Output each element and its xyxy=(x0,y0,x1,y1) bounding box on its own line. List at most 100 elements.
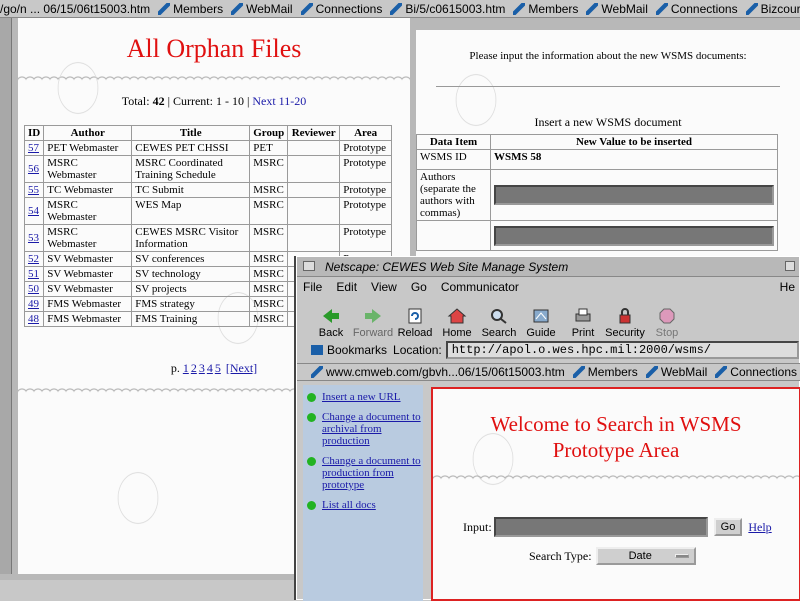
toolbar-label: Security xyxy=(605,327,645,339)
row-id-link[interactable]: 55 xyxy=(28,184,39,196)
table-row xyxy=(416,220,778,251)
table-cell: 51 xyxy=(23,266,45,282)
row-group: MSRC xyxy=(253,253,284,265)
wsms-id-value: WSMS 58 xyxy=(490,149,778,170)
stop-button[interactable]: Stop xyxy=(647,307,687,339)
search-type-label: Search Type: xyxy=(529,548,592,563)
input-label: Input: xyxy=(463,519,492,534)
row-id-link[interactable]: 51 xyxy=(28,268,39,280)
print-button[interactable]: Print xyxy=(563,307,603,339)
row-author: MSRC Webmaster xyxy=(47,157,97,181)
window-menu-icon[interactable] xyxy=(303,261,315,271)
data-item-label xyxy=(416,220,491,251)
menu-file[interactable]: File xyxy=(303,280,322,294)
pager-page-link[interactable]: 3 xyxy=(199,361,205,375)
guide-icon xyxy=(533,309,549,323)
help-link[interactable]: Help xyxy=(748,520,771,535)
bookmark-item-bizc[interactable]: Bizc xyxy=(390,2,416,16)
bookmark-item-connections[interactable]: Connections xyxy=(655,2,738,16)
row-id-link[interactable]: 53 xyxy=(28,232,39,244)
search-button[interactable]: Search xyxy=(479,307,519,339)
window-titlebar[interactable]: Netscape: CEWES Web Site Manage System xyxy=(297,257,799,277)
bookmark-item-members[interactable]: Members xyxy=(572,365,638,379)
forward-button[interactable]: Forward xyxy=(353,307,393,339)
row-author: FMS Webmaster xyxy=(47,298,122,310)
row-title: CEWES MSRC Visitor Information xyxy=(135,226,239,250)
sidebar-link[interactable]: List all docs xyxy=(322,499,376,511)
value-input[interactable] xyxy=(494,225,774,246)
dropdown-indicator-icon xyxy=(674,554,689,558)
home-button[interactable]: Home xyxy=(437,307,477,339)
sidebar-item-list-docs[interactable]: List all docs xyxy=(307,499,423,511)
row-id-link[interactable]: 57 xyxy=(28,142,39,154)
col-group: Group xyxy=(249,125,289,141)
row-author: SV Webmaster xyxy=(47,283,113,295)
pager-page-link[interactable]: 5 xyxy=(215,361,221,375)
row-title: TC Submit xyxy=(135,184,184,196)
back-button[interactable]: Back xyxy=(311,307,351,339)
bookmark-item-bizcour[interactable]: Bizcour xyxy=(745,2,800,16)
authors-input[interactable] xyxy=(494,185,774,205)
row-id-link[interactable]: 49 xyxy=(28,298,39,310)
bookmark-label: WebMail xyxy=(660,365,708,379)
row-id-link[interactable]: 48 xyxy=(28,313,39,325)
row-id-link[interactable]: 50 xyxy=(28,283,39,295)
bookmark-item-members[interactable]: Members xyxy=(158,2,223,16)
table-cell: SV Webmaster xyxy=(43,266,133,282)
pager-next-link[interactable]: [Next] xyxy=(226,361,257,375)
table-cell: MSRC Coordinated Training Schedule xyxy=(131,155,251,183)
pager-page-link[interactable]: 2 xyxy=(191,361,197,375)
bookmark-item-members[interactable]: Members xyxy=(513,2,578,16)
bookmark-item-url[interactable]: /go/n ... 06/15/06t15003.htm xyxy=(0,2,150,16)
bookmark-item-url[interactable]: www.cmweb.com/gbvh...06/15/06t15003.htm xyxy=(311,365,565,379)
location-input[interactable]: http://apol.o.wes.hpc.mil:2000/wsms/ xyxy=(445,341,799,359)
sidebar-link[interactable]: Change a document to archival from produ… xyxy=(322,411,423,447)
sidebar-link[interactable]: Change a document to production from pro… xyxy=(322,455,423,491)
toolbar-label: Guide xyxy=(526,327,556,339)
bookmark-label: Members xyxy=(587,365,638,379)
sidebar-item-insert-url[interactable]: Insert a new URL xyxy=(307,391,423,403)
bookmark-item-webmail[interactable]: WebMail xyxy=(645,365,708,379)
bookmark-item-webmail[interactable]: WebMail xyxy=(586,2,648,16)
sidebar-item-archive[interactable]: Change a document to archival from produ… xyxy=(307,411,423,447)
bookmark-item-connections[interactable]: Connections xyxy=(715,365,797,379)
row-group: MSRC xyxy=(253,184,284,196)
insert-form-table: Data Item New Value to be inserted WSMS … xyxy=(416,134,778,251)
menu-view[interactable]: View xyxy=(371,280,397,294)
sidebar-link[interactable]: Insert a new URL xyxy=(322,391,401,403)
row-id-link[interactable]: 52 xyxy=(28,253,39,265)
row-id-link[interactable]: 56 xyxy=(28,163,39,175)
guide-button[interactable]: Guide xyxy=(521,307,561,339)
sidebar-item-production[interactable]: Change a document to production from pro… xyxy=(307,455,423,491)
menu-communicator[interactable]: Communicator xyxy=(441,280,519,294)
bookmark-item-connections[interactable]: Connections xyxy=(300,2,382,16)
search-form: Input: Go Help xyxy=(463,517,799,537)
bookmark-item-webmail[interactable]: WebMail xyxy=(231,2,293,16)
table-cell: Prototype xyxy=(339,224,392,252)
bookmark-item-url[interactable]: /5/c0615003.htm xyxy=(416,2,505,16)
table-cell: PET Webmaster xyxy=(43,140,133,156)
reload-button[interactable]: Reload xyxy=(395,307,435,339)
next-page-link[interactable]: Next 11-20 xyxy=(252,94,306,108)
bookmarks-menu[interactable]: Bookmarks xyxy=(327,343,387,357)
location-bar: Bookmarks Location: http://apol.o.wes.hp… xyxy=(297,339,799,361)
reload-icon xyxy=(408,308,422,324)
row-group: MSRC xyxy=(253,283,284,295)
bookmark-label: /5/c0615003.htm xyxy=(416,1,506,16)
row-id-link[interactable]: 54 xyxy=(28,205,39,217)
search-input[interactable] xyxy=(493,517,708,537)
menu-edit[interactable]: Edit xyxy=(336,280,357,294)
vertical-scrollbar[interactable] xyxy=(0,18,12,574)
pager-page-link[interactable]: 4 xyxy=(207,361,213,375)
go-button[interactable]: Go xyxy=(713,518,743,536)
search-type-select[interactable]: Date xyxy=(595,547,696,565)
security-button[interactable]: Security xyxy=(605,307,645,339)
menu-go[interactable]: Go xyxy=(411,280,427,294)
table-cell: MSRC xyxy=(249,251,289,267)
bookmark-label: www.cmweb.com/gbvh...06/15/06t15003.htm xyxy=(326,365,565,379)
current-range: | Current: 1 - 10 | xyxy=(167,94,250,108)
pager-page-link[interactable]: 1 xyxy=(183,361,189,375)
table-cell: FMS Training xyxy=(131,311,251,327)
menu-help[interactable]: He xyxy=(780,280,795,294)
minimize-icon[interactable] xyxy=(785,261,795,271)
